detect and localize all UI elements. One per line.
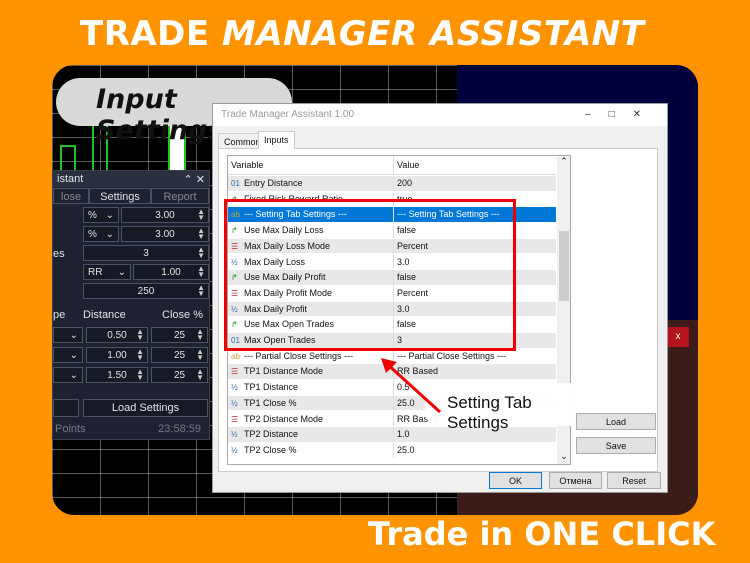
dialog-title: Trade Manager Assistant 1.00 bbox=[221, 109, 355, 120]
enum-type-icon: ☰ bbox=[231, 414, 239, 424]
variable-name: Entry Distance bbox=[244, 178, 303, 188]
value-cell[interactable]: 25.0 bbox=[394, 443, 415, 458]
tab-settings[interactable]: Settings bbox=[89, 188, 151, 204]
tp-mode-select[interactable]: ⌄ bbox=[53, 367, 83, 383]
enum-type-icon: ☰ bbox=[231, 367, 239, 377]
highlight-box bbox=[224, 199, 516, 351]
scrollbar-thumb[interactable] bbox=[559, 231, 569, 301]
callout-arrow bbox=[381, 358, 442, 414]
collapse-close-icons[interactable]: ⌃ ✕ bbox=[184, 173, 206, 186]
reset-button[interactable]: Reset bbox=[607, 472, 661, 489]
cancel-button[interactable]: Отмена bbox=[549, 472, 602, 489]
tp-mode-select[interactable]: ⌄ bbox=[53, 327, 83, 343]
distance-header: Distance bbox=[83, 309, 126, 321]
mode-select[interactable]: % ⌄ bbox=[83, 226, 119, 242]
server-time: 23:58:59 bbox=[158, 423, 201, 435]
variable-cell: ½ TP1 Distance bbox=[228, 380, 394, 395]
tab-report[interactable]: Report bbox=[151, 188, 209, 204]
variable-cell: 01 Entry Distance bbox=[228, 176, 394, 191]
variable-cell: ½ TP2 Distance bbox=[228, 427, 394, 442]
half-type-icon: ½ bbox=[231, 445, 238, 455]
trade-manager-panel: istant ⌃ ✕ lose Settings Report % ⌄ 3.00 ▲ ▼%… bbox=[52, 170, 210, 440]
half-type-icon: ½ bbox=[231, 430, 238, 440]
half-type-icon: ½ bbox=[231, 398, 238, 408]
panel-title: istant bbox=[57, 173, 84, 185]
title-italic: MANAGER ASSISTANT bbox=[221, 14, 645, 54]
load-button[interactable]: Load bbox=[576, 413, 656, 430]
ok-button[interactable]: OK bbox=[489, 472, 542, 489]
variable-cell: ☰ TP2 Distance Mode bbox=[228, 411, 394, 427]
column-variable: Variable bbox=[228, 156, 394, 174]
table-header: Variable Value bbox=[228, 156, 556, 175]
value-stepper[interactable]: 250 ▲ ▼ bbox=[83, 283, 209, 299]
save-button[interactable]: Save bbox=[576, 437, 656, 454]
01-type-icon: 01 bbox=[231, 179, 240, 188]
close-header: Close % bbox=[162, 309, 203, 321]
tagline: Trade in ONE CLICK bbox=[368, 515, 716, 553]
variable-name: --- Partial Close Settings --- bbox=[244, 350, 354, 361]
tp-distance-stepper[interactable]: 1.50 ▲ ▼ bbox=[86, 367, 148, 383]
value-stepper[interactable]: 3.00 ▲ ▼ bbox=[121, 207, 209, 223]
save-settings-button[interactable] bbox=[53, 399, 79, 417]
row-label: es bbox=[53, 248, 65, 260]
value-stepper[interactable]: 3 ▲ ▼ bbox=[83, 245, 209, 261]
tp-close-stepper[interactable]: 25 ▲ ▼ bbox=[151, 327, 208, 343]
load-settings-button[interactable]: Load Settings bbox=[83, 399, 208, 417]
variable-name: TP2 Distance Mode bbox=[244, 413, 324, 424]
variable-name: TP2 Distance bbox=[244, 429, 299, 440]
mode-select[interactable]: % ⌄ bbox=[83, 207, 119, 223]
tp-close-stepper[interactable]: 25 ▲ ▼ bbox=[151, 347, 208, 363]
variable-cell: ½ TP1 Close % bbox=[228, 395, 394, 411]
tp-distance-stepper[interactable]: 0.50 ▲ ▼ bbox=[86, 327, 148, 343]
tab-inputs[interactable]: Inputs bbox=[258, 131, 295, 149]
variable-name: TP1 Distance Mode bbox=[244, 366, 324, 377]
type-header: pe bbox=[53, 309, 66, 321]
tp-close-stepper[interactable]: 25 ▲ ▼ bbox=[151, 367, 208, 383]
variable-name: TP2 Close % bbox=[244, 444, 297, 455]
page-title: TRADE MANAGER ASSISTANT bbox=[80, 14, 644, 54]
variable-name: TP1 Close % bbox=[244, 397, 297, 408]
value-stepper[interactable]: 1.00 ▲ ▼ bbox=[133, 264, 209, 280]
column-value: Value bbox=[397, 160, 420, 170]
footer-label: Points bbox=[55, 423, 86, 435]
value-cell[interactable]: 200 bbox=[394, 176, 412, 191]
callout-label: Setting Tab Settings bbox=[425, 383, 575, 432]
window-controls[interactable]: –□✕ bbox=[585, 109, 659, 121]
tab-close[interactable]: lose bbox=[53, 188, 89, 204]
table-row[interactable]: ½ TP2 Close % 25.0 bbox=[228, 442, 556, 459]
tp-distance-stepper[interactable]: 1.00 ▲ ▼ bbox=[86, 347, 148, 363]
close-trade-button[interactable]: x bbox=[667, 327, 689, 347]
ab-type-icon: ab bbox=[231, 351, 240, 361]
variable-cell: ☰ TP1 Distance Mode bbox=[228, 364, 394, 380]
half-type-icon: ½ bbox=[231, 383, 238, 393]
title-part: TRADE bbox=[80, 14, 210, 54]
value-cell[interactable]: 1.0 bbox=[394, 427, 410, 442]
variable-name: TP1 Distance bbox=[244, 382, 299, 393]
mode-select[interactable]: RR ⌄ bbox=[83, 264, 131, 280]
variable-cell: ½ TP2 Close % bbox=[228, 442, 394, 458]
table-row[interactable]: 01 Entry Distance 200 bbox=[228, 176, 556, 192]
tp-mode-select[interactable]: ⌄ bbox=[53, 347, 83, 363]
value-stepper[interactable]: 3.00 ▲ ▼ bbox=[121, 226, 209, 242]
